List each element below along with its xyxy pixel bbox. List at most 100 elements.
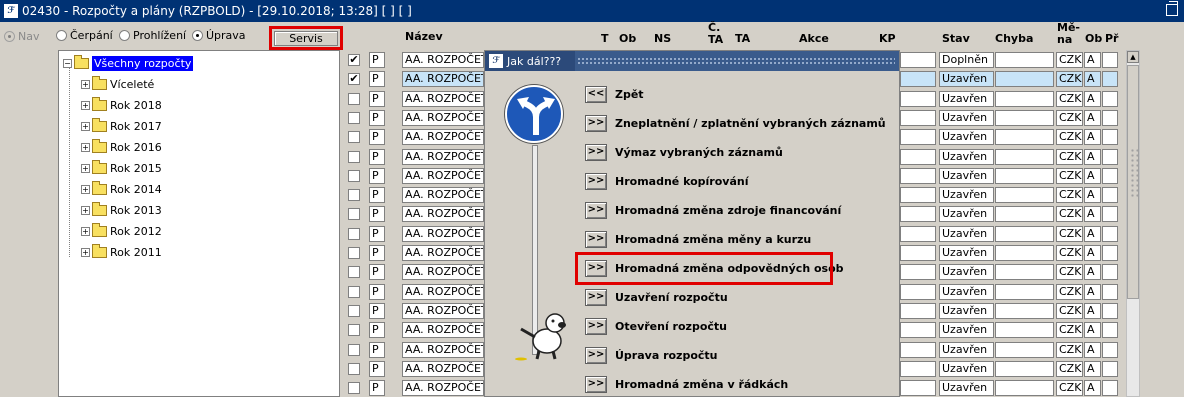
cell-nazev[interactable]: AA. ROZPOČET — [402, 264, 484, 281]
cell-mena[interactable]: CZK — [1056, 322, 1083, 339]
row-checkbox[interactable]: ✔ — [348, 54, 360, 66]
mode-cerpani[interactable]: Čerpání — [56, 29, 113, 42]
cell-stav[interactable]: Uzavřen — [939, 302, 994, 319]
row-checkbox[interactable] — [348, 227, 360, 240]
cell-empty1[interactable] — [900, 71, 936, 88]
menu-item[interactable]: >> Zneplatnění / zplatnění vybraných zázn… — [585, 112, 886, 134]
cell-nazev[interactable]: AA. ROZPOČET — [402, 322, 484, 339]
cell-p[interactable]: P — [369, 245, 385, 261]
cell-ob[interactable]: A — [1084, 129, 1101, 146]
row-checkbox[interactable] — [348, 247, 360, 259]
tree-item[interactable]: + Rok 2017 — [81, 117, 162, 135]
cell-ob[interactable]: A — [1084, 206, 1101, 223]
cell-mena[interactable]: CZK — [1056, 52, 1083, 68]
cell-nazev[interactable]: AA. ROZPOČET — [402, 302, 484, 319]
cell-empty1[interactable] — [900, 302, 936, 319]
cell-empty3[interactable] — [1102, 283, 1118, 300]
menu-item[interactable]: >> Úprava rozpočtu — [585, 344, 718, 366]
cell-ob[interactable]: A — [1084, 264, 1101, 281]
cell-mena[interactable]: CZK — [1056, 206, 1083, 223]
cell-stav[interactable]: Uzavřen — [939, 360, 994, 377]
cell-empty3[interactable] — [1102, 225, 1118, 242]
cell-mena[interactable]: CZK — [1056, 264, 1083, 281]
cell-empty1[interactable] — [900, 264, 936, 281]
tree-item[interactable]: + Rok 2014 — [81, 180, 162, 198]
cell-stav[interactable]: Uzavřen — [939, 167, 994, 184]
cell-empty2[interactable] — [995, 90, 1054, 107]
cell-mena[interactable]: CZK — [1056, 187, 1083, 204]
cell-mena[interactable]: CZK — [1056, 341, 1083, 358]
cell-empty2[interactable] — [995, 52, 1054, 68]
tree-item[interactable]: + Rok 2013 — [81, 201, 162, 219]
go-button[interactable]: >> — [585, 201, 607, 219]
cell-empty2[interactable] — [995, 167, 1054, 184]
cell-empty1[interactable] — [900, 245, 936, 261]
row-checkbox[interactable] — [348, 131, 360, 144]
tree-item[interactable]: + Víceleté — [81, 75, 154, 93]
cell-nazev[interactable]: AA. ROZPOČET — [402, 206, 484, 223]
cell-empty2[interactable] — [995, 109, 1054, 126]
menu-item[interactable]: << Zpět — [585, 83, 644, 105]
tree-item[interactable]: + Rok 2015 — [81, 159, 162, 177]
cell-mena[interactable]: CZK — [1056, 360, 1083, 377]
cell-stav[interactable]: Uzavřen — [939, 129, 994, 146]
cell-empty3[interactable] — [1102, 245, 1118, 261]
cell-empty2[interactable] — [995, 380, 1054, 397]
cell-nazev[interactable]: AA. ROZPOČET — [402, 360, 484, 377]
collapse-icon[interactable]: − — [63, 58, 72, 68]
cell-stav[interactable]: Uzavřen — [939, 322, 994, 339]
cell-empty3[interactable] — [1102, 187, 1118, 204]
cell-empty3[interactable] — [1102, 302, 1118, 319]
go-button[interactable]: >> — [585, 143, 607, 161]
cell-empty2[interactable] — [995, 360, 1054, 377]
row-checkbox[interactable] — [348, 169, 360, 182]
cell-empty1[interactable] — [900, 148, 936, 165]
mode-uprava[interactable]: Úprava — [192, 29, 246, 42]
row-checkbox[interactable] — [348, 324, 360, 337]
cell-empty1[interactable] — [900, 341, 936, 358]
cell-p[interactable]: P — [369, 187, 385, 204]
cell-p[interactable]: P — [369, 302, 385, 319]
back-button[interactable]: << — [585, 85, 607, 103]
cell-empty1[interactable] — [900, 187, 936, 204]
cell-ob[interactable]: A — [1084, 283, 1101, 300]
go-button[interactable]: >> — [585, 317, 607, 335]
expand-icon[interactable]: + — [81, 142, 90, 152]
cell-p[interactable]: P — [369, 360, 385, 377]
cell-empty2[interactable] — [995, 341, 1054, 358]
cell-ob[interactable]: A — [1084, 322, 1101, 339]
cell-ob[interactable]: A — [1084, 341, 1101, 358]
menu-item[interactable]: >> Výmaz vybraných záznamů — [585, 141, 783, 163]
expand-icon[interactable]: + — [81, 184, 90, 194]
restore-window-icon[interactable] — [1166, 1, 1178, 16]
cell-empty2[interactable] — [995, 283, 1054, 300]
cell-stav[interactable]: Uzavřen — [939, 187, 994, 204]
cell-mena[interactable]: CZK — [1056, 380, 1083, 397]
cell-ob[interactable]: A — [1084, 380, 1101, 397]
menu-item[interactable]: >> Hromadná změna měny a kurzu — [585, 228, 811, 250]
cell-empty1[interactable] — [900, 167, 936, 184]
cell-p[interactable]: P — [369, 225, 385, 242]
cell-mena[interactable]: CZK — [1056, 90, 1083, 107]
cell-empty3[interactable] — [1102, 341, 1118, 358]
cell-empty1[interactable] — [900, 109, 936, 126]
cell-empty3[interactable] — [1102, 167, 1118, 184]
cell-stav[interactable]: Uzavřen — [939, 264, 994, 281]
cell-ob[interactable]: A — [1084, 187, 1101, 204]
expand-icon[interactable]: + — [81, 226, 90, 236]
cell-ob[interactable]: A — [1084, 245, 1101, 261]
cell-nazev[interactable]: AA. ROZPOČET — [402, 380, 484, 397]
cell-nazev[interactable]: AA. ROZPOČET — [402, 90, 484, 107]
menu-item[interactable]: >> Uzavření rozpočtu — [585, 286, 728, 308]
cell-p[interactable]: P — [369, 90, 385, 107]
cell-ob[interactable]: A — [1084, 71, 1101, 88]
cell-empty3[interactable] — [1102, 129, 1118, 146]
cell-empty3[interactable] — [1102, 109, 1118, 126]
tree-root[interactable]: − Všechny rozpočty — [63, 54, 194, 72]
cell-stav[interactable]: Uzavřen — [939, 206, 994, 223]
cell-nazev[interactable]: AA. ROZPOČET — [402, 109, 484, 126]
cell-stav[interactable]: Uzavřen — [939, 90, 994, 107]
cell-stav[interactable]: Uzavřen — [939, 341, 994, 358]
cell-stav[interactable]: Uzavřen — [939, 225, 994, 242]
cell-empty3[interactable] — [1102, 264, 1118, 281]
